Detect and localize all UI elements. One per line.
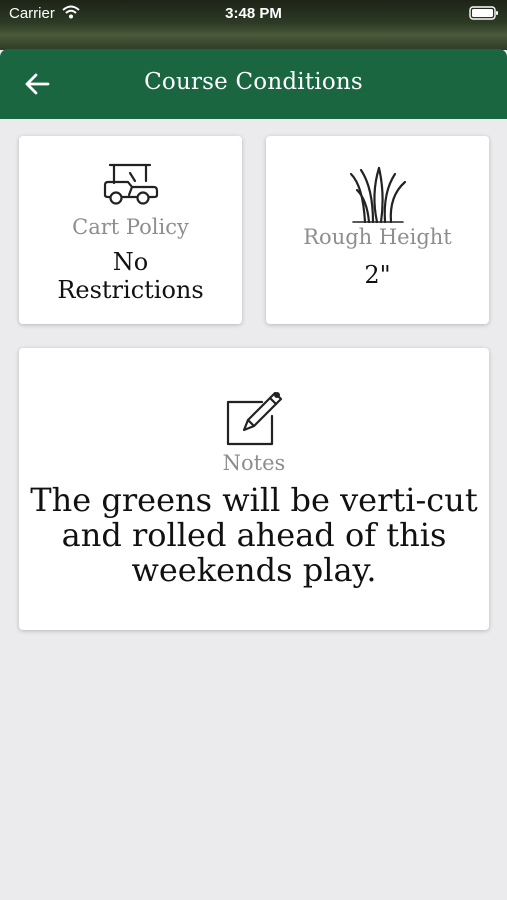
cart-policy-value-line1: No — [112, 248, 149, 276]
nav-bar: Course Conditions — [0, 49, 507, 119]
notes-text-line2: and rolled ahead of this — [61, 516, 447, 554]
rough-height-label: Rough Height — [303, 225, 452, 249]
notes-text-line3: weekends play. — [131, 551, 377, 589]
status-time: 3:48 PM — [225, 5, 282, 22]
notes-card: Notes The greens will be verti-cut and r… — [19, 348, 489, 630]
rough-height-card: Rough Height 2" — [266, 136, 489, 324]
battery-icon — [469, 6, 499, 25]
grass-icon — [349, 166, 407, 224]
golf-cart-icon — [103, 163, 159, 205]
cart-policy-label: Cart Policy — [72, 215, 189, 239]
edit-note-icon — [226, 391, 283, 446]
rough-height-value: 2" — [364, 261, 391, 289]
notes-text-line1: The greens will be verti-cut — [30, 481, 478, 519]
notes-label: Notes — [222, 451, 286, 475]
cart-policy-value-line2: Restrictions — [57, 276, 204, 304]
page-title: Course Conditions — [144, 69, 363, 95]
status-bar: Carrier 3:48 PM — [0, 0, 507, 50]
cart-policy-card: Cart Policy No Restrictions — [19, 136, 242, 324]
